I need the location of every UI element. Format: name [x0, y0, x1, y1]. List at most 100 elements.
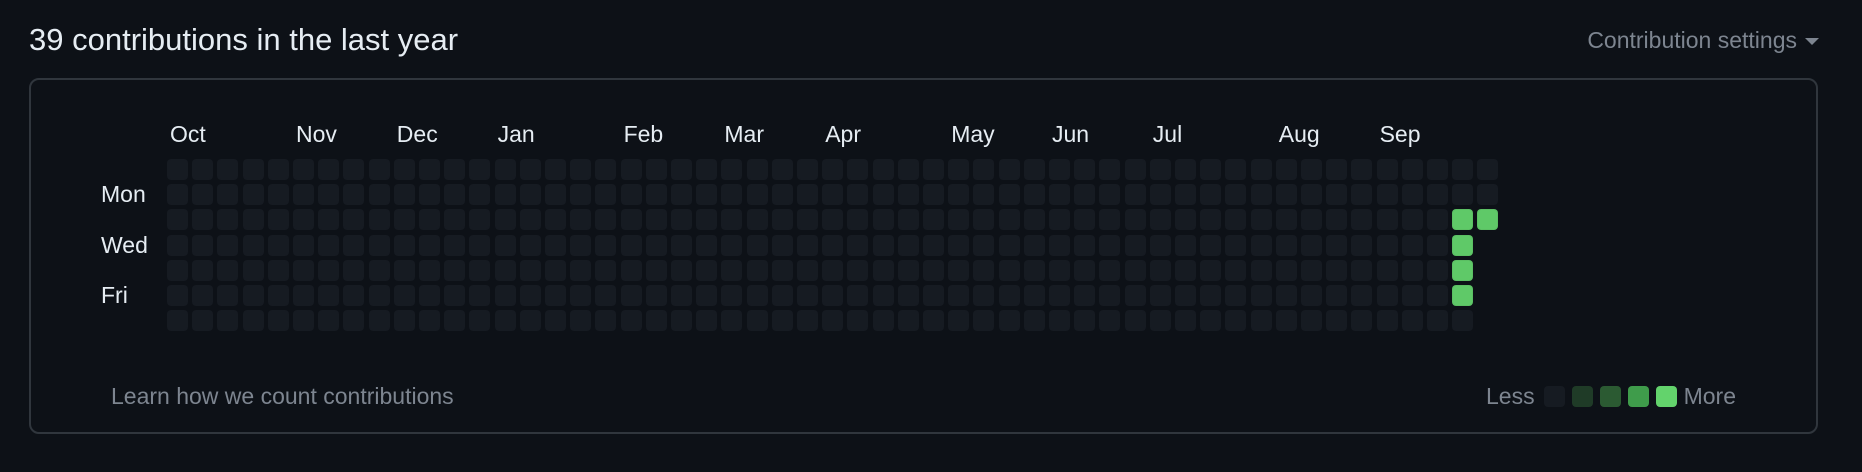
- contribution-day-cell[interactable]: [897, 285, 919, 306]
- contribution-day-cell[interactable]: [1275, 159, 1297, 180]
- contribution-day-cell[interactable]: [242, 234, 264, 256]
- contribution-day-cell[interactable]: [1049, 259, 1070, 281]
- contribution-day-cell[interactable]: [242, 209, 264, 231]
- contribution-day-cell[interactable]: [570, 234, 592, 256]
- contribution-day-cell[interactable]: [343, 259, 365, 281]
- contribution-day-cell[interactable]: [1049, 234, 1070, 256]
- contribution-day-cell[interactable]: [469, 159, 491, 180]
- contribution-day-cell[interactable]: [973, 259, 995, 281]
- contribution-day-cell[interactable]: [444, 159, 466, 180]
- contribution-day-cell[interactable]: [897, 209, 919, 231]
- contribution-day-cell[interactable]: [923, 285, 944, 306]
- contribution-day-cell[interactable]: [570, 159, 592, 180]
- contribution-day-cell[interactable]: [545, 310, 566, 332]
- contribution-day-cell[interactable]: [469, 285, 491, 306]
- contribution-day-cell[interactable]: [570, 259, 592, 281]
- contribution-day-cell[interactable]: [1250, 310, 1272, 332]
- contribution-day-cell[interactable]: [721, 159, 743, 180]
- contribution-day-cell[interactable]: [771, 234, 793, 256]
- contribution-day-cell[interactable]: [267, 159, 289, 180]
- contribution-day-cell[interactable]: [1275, 310, 1297, 332]
- contribution-day-cell[interactable]: [595, 285, 617, 306]
- contribution-day-cell[interactable]: [444, 234, 466, 256]
- contribution-day-cell[interactable]: [1074, 234, 1096, 256]
- contribution-day-cell[interactable]: [746, 184, 768, 206]
- contribution-day-cell[interactable]: [494, 310, 516, 332]
- contribution-day-cell[interactable]: [620, 310, 642, 332]
- contribution-day-cell[interactable]: [1401, 184, 1423, 206]
- contribution-day-cell[interactable]: [545, 209, 566, 231]
- contribution-day-cell[interactable]: [192, 209, 214, 231]
- contribution-day-cell[interactable]: [1149, 209, 1171, 231]
- contribution-day-cell[interactable]: [1275, 234, 1297, 256]
- contribution-day-cell[interactable]: [872, 310, 894, 332]
- contribution-day-cell[interactable]: [343, 285, 365, 306]
- contribution-day-cell[interactable]: [771, 209, 793, 231]
- contribution-day-cell[interactable]: [519, 234, 541, 256]
- contribution-day-cell[interactable]: [444, 209, 466, 231]
- contribution-day-cell[interactable]: [1074, 259, 1096, 281]
- contribution-day-cell[interactable]: [645, 234, 667, 256]
- contribution-day-cell[interactable]: [1401, 310, 1423, 332]
- contribution-day-cell[interactable]: [998, 259, 1020, 281]
- contribution-day-cell[interactable]: [267, 310, 289, 332]
- contribution-day-cell[interactable]: [1351, 310, 1373, 332]
- contribution-day-cell[interactable]: [494, 184, 516, 206]
- contribution-day-cell[interactable]: [948, 310, 970, 332]
- contribution-day-cell[interactable]: [167, 184, 188, 206]
- contribution-day-cell[interactable]: [393, 209, 415, 231]
- contribution-day-cell[interactable]: [822, 310, 844, 332]
- contribution-settings-button[interactable]: Contribution settings: [1587, 24, 1819, 56]
- contribution-day-cell[interactable]: [242, 310, 264, 332]
- contribution-day-cell[interactable]: [167, 209, 188, 231]
- contribution-day-cell[interactable]: [847, 184, 869, 206]
- contribution-day-cell[interactable]: [469, 310, 491, 332]
- contribution-day-cell[interactable]: [393, 234, 415, 256]
- contribution-day-cell[interactable]: [1049, 285, 1070, 306]
- contribution-day-cell[interactable]: [1250, 184, 1272, 206]
- contribution-day-cell[interactable]: [570, 285, 592, 306]
- contribution-day-cell[interactable]: [948, 184, 970, 206]
- contribution-day-cell[interactable]: [1175, 259, 1196, 281]
- contribution-day-cell[interactable]: [242, 285, 264, 306]
- contribution-day-cell[interactable]: [1200, 234, 1222, 256]
- contribution-day-cell[interactable]: [1326, 259, 1348, 281]
- contribution-day-cell[interactable]: [1049, 184, 1070, 206]
- contribution-day-cell[interactable]: [217, 259, 239, 281]
- contribution-day-cell[interactable]: [1099, 310, 1121, 332]
- contribution-day-cell[interactable]: [1452, 209, 1474, 231]
- contribution-day-cell[interactable]: [293, 285, 314, 306]
- contribution-day-cell[interactable]: [1401, 159, 1423, 180]
- contribution-day-cell[interactable]: [1149, 159, 1171, 180]
- contribution-day-cell[interactable]: [1175, 159, 1196, 180]
- contribution-day-cell[interactable]: [595, 259, 617, 281]
- contribution-day-cell[interactable]: [217, 234, 239, 256]
- contribution-day-cell[interactable]: [494, 285, 516, 306]
- contribution-day-cell[interactable]: [973, 209, 995, 231]
- contribution-day-cell[interactable]: [822, 285, 844, 306]
- contribution-day-cell[interactable]: [1452, 184, 1474, 206]
- contribution-day-cell[interactable]: [242, 259, 264, 281]
- contribution-day-cell[interactable]: [419, 159, 440, 180]
- contribution-day-cell[interactable]: [671, 285, 692, 306]
- contribution-day-cell[interactable]: [746, 209, 768, 231]
- contribution-day-cell[interactable]: [192, 310, 214, 332]
- contribution-day-cell[interactable]: [1225, 209, 1247, 231]
- contribution-day-cell[interactable]: [1149, 234, 1171, 256]
- contribution-day-cell[interactable]: [1452, 285, 1474, 306]
- contribution-day-cell[interactable]: [671, 259, 692, 281]
- contribution-day-cell[interactable]: [1074, 184, 1096, 206]
- contribution-day-cell[interactable]: [1427, 234, 1448, 256]
- contribution-day-cell[interactable]: [1351, 285, 1373, 306]
- contribution-day-cell[interactable]: [998, 159, 1020, 180]
- contribution-day-cell[interactable]: [368, 159, 390, 180]
- contribution-day-cell[interactable]: [343, 209, 365, 231]
- contribution-day-cell[interactable]: [1275, 285, 1297, 306]
- contribution-day-cell[interactable]: [645, 310, 667, 332]
- contribution-day-cell[interactable]: [1250, 209, 1272, 231]
- contribution-day-cell[interactable]: [419, 310, 440, 332]
- contribution-day-cell[interactable]: [595, 184, 617, 206]
- contribution-day-cell[interactable]: [822, 159, 844, 180]
- contribution-day-cell[interactable]: [797, 259, 818, 281]
- contribution-day-cell[interactable]: [393, 159, 415, 180]
